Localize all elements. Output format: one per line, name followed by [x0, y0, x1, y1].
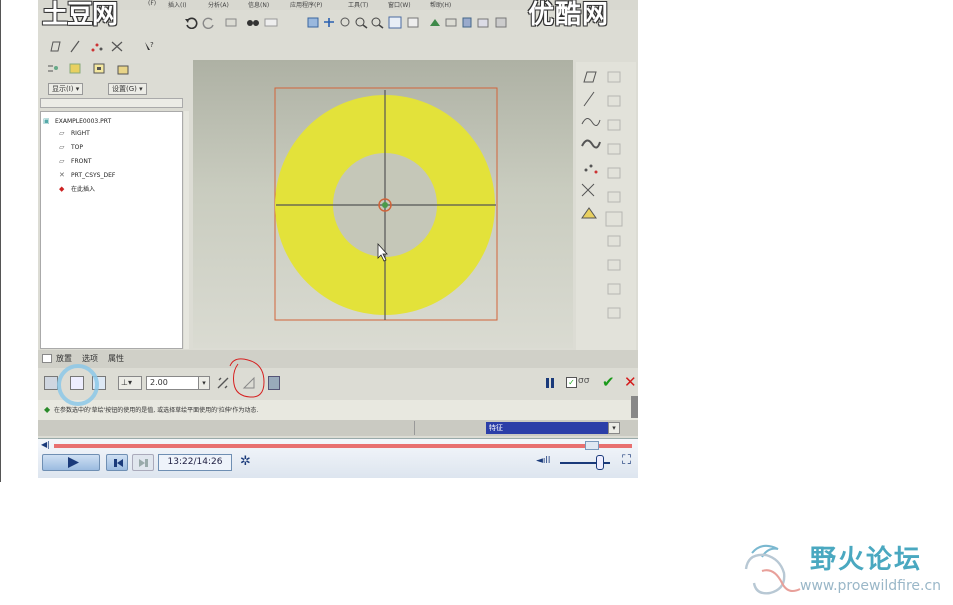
forum-logo-title: 野火论坛 — [810, 545, 923, 575]
forum-logo-url: www.proewildfire.cn — [800, 578, 942, 594]
video-frame[interactable]: (F) 插入(I) 分析(A) 信息(N) 应用程序(P) 工具(T) 窗口(W… — [38, 0, 638, 478]
page-divider-line — [0, 0, 1, 482]
annotation-layer — [57, 358, 265, 406]
highlight-circle-annotation — [57, 364, 99, 406]
flame-logo-icon — [744, 544, 801, 595]
forum-logo: 野火论坛 www.proewildfire.cn — [740, 537, 950, 599]
red-circle-annotation — [229, 358, 265, 398]
